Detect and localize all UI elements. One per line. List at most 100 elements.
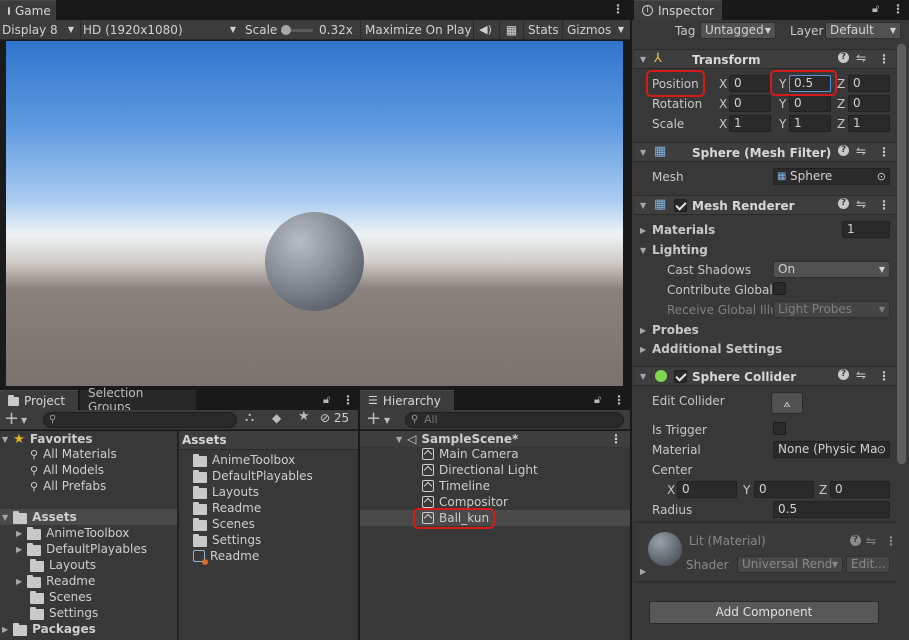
shader-edit-button[interactable]: Edit... bbox=[846, 556, 890, 573]
add-plus-icon[interactable]: + bbox=[366, 410, 381, 428]
help-icon[interactable]: ? bbox=[850, 535, 861, 546]
scale-z-field[interactable]: 1 bbox=[848, 115, 890, 132]
object-picker-icon[interactable]: ⊙ bbox=[877, 169, 886, 184]
favorite-all-materials[interactable]: ⚲ All Materials bbox=[30, 446, 117, 462]
cast-shadows-dropdown[interactable]: On ▼ bbox=[773, 261, 890, 278]
more-menu-icon[interactable]: ⋮ bbox=[878, 198, 890, 212]
probes-label[interactable]: Probes bbox=[652, 323, 699, 337]
rotation-y-field[interactable]: 0 bbox=[789, 95, 831, 112]
game-viewport[interactable] bbox=[6, 41, 623, 386]
help-icon[interactable]: ? bbox=[838, 198, 849, 209]
tree-assets[interactable]: ▼ Assets bbox=[0, 509, 177, 525]
asset-folder-settings[interactable]: Settings bbox=[193, 532, 261, 548]
favorite-all-models[interactable]: ⚲ All Models bbox=[30, 462, 104, 478]
more-menu-icon[interactable]: ⋮ bbox=[613, 393, 625, 407]
edit-collider-button[interactable]: ⟑ bbox=[771, 392, 803, 414]
hierarchy-item-directional-light[interactable]: Directional Light bbox=[422, 462, 538, 478]
tree-folder-scenes[interactable]: Scenes bbox=[30, 589, 92, 605]
mesh-object-field[interactable]: ▦ Sphere ⊙ bbox=[773, 168, 890, 185]
materials-label[interactable]: Materials bbox=[652, 223, 715, 237]
object-picker-icon[interactable]: ⊙ bbox=[876, 442, 886, 457]
tree-folder-defaultplayables[interactable]: ▶ DefaultPlayables bbox=[16, 541, 147, 557]
more-menu-icon[interactable]: ⋮ bbox=[610, 432, 622, 446]
asset-folder-scenes[interactable]: Scenes bbox=[193, 516, 255, 532]
chevron-down-icon[interactable]: ▼ bbox=[384, 414, 390, 428]
asset-folder-layouts[interactable]: Layouts bbox=[193, 484, 259, 500]
mesh-filter-header[interactable]: ▼ ▦ Sphere (Mesh Filter) ? ⇋ ⋮ bbox=[634, 142, 896, 162]
is-trigger-checkbox[interactable] bbox=[773, 422, 786, 435]
rotation-z-field[interactable]: 0 bbox=[848, 95, 890, 112]
more-menu-icon[interactable]: ⋮ bbox=[885, 534, 897, 548]
hidden-packages-toggle[interactable]: ⊘ 25 bbox=[320, 411, 349, 425]
tree-folder-readme[interactable]: ▶ Readme bbox=[16, 573, 95, 589]
scale-x-field[interactable]: 1 bbox=[729, 115, 771, 132]
more-menu-icon[interactable]: ⋮ bbox=[892, 2, 904, 16]
layer-dropdown[interactable]: Default ▼ bbox=[825, 22, 901, 39]
tree-folder-settings[interactable]: Settings bbox=[30, 605, 98, 621]
inspector-scrollbar[interactable] bbox=[897, 44, 906, 464]
favorite-all-prefabs[interactable]: ⚲ All Prefabs bbox=[30, 478, 106, 494]
help-icon[interactable]: ? bbox=[838, 145, 849, 156]
tab-inspector[interactable]: i Inspector bbox=[634, 0, 722, 20]
preset-sliders-icon[interactable]: ⇋ bbox=[856, 197, 866, 211]
help-icon[interactable]: ? bbox=[838, 369, 849, 380]
tree-folder-animetoolbox[interactable]: ▶ AnimeToolbox bbox=[16, 525, 129, 541]
preset-sliders-icon[interactable]: ⇋ bbox=[856, 144, 866, 158]
tab-selection-groups[interactable]: Selection Groups bbox=[80, 386, 196, 414]
more-menu-icon[interactable]: ⋮ bbox=[878, 52, 890, 66]
tree-folder-layouts[interactable]: Layouts bbox=[30, 557, 96, 573]
hierarchy-item-ball-kun[interactable]: Ball_kun bbox=[360, 510, 630, 526]
stats-button[interactable]: Stats bbox=[523, 20, 563, 40]
center-x-field[interactable]: 0 bbox=[677, 481, 737, 498]
tab-hierarchy[interactable]: ☰ Hierarchy bbox=[360, 390, 454, 410]
position-x-field[interactable]: 0 bbox=[729, 75, 771, 92]
favorite-star-icon[interactable]: ★ bbox=[298, 410, 310, 424]
slider-thumb[interactable] bbox=[281, 25, 291, 35]
contribute-gi-checkbox[interactable] bbox=[773, 282, 786, 295]
sphere-collider-enabled-checkbox[interactable] bbox=[674, 370, 687, 383]
scale-y-field[interactable]: 1 bbox=[789, 115, 831, 132]
radius-field[interactable]: 0.5 bbox=[773, 501, 890, 518]
mute-audio-icon[interactable]: ◀) bbox=[473, 20, 497, 40]
hierarchy-search-input[interactable]: ⚲ All bbox=[405, 412, 624, 428]
position-z-field[interactable]: 0 bbox=[848, 75, 890, 92]
sphere-collider-header[interactable]: ▼ Sphere Collider ? ⇋ ⋮ bbox=[634, 366, 896, 386]
lock-icon[interactable]: 🔓︎ bbox=[323, 393, 330, 407]
mesh-renderer-header[interactable]: ▼ ▦ Mesh Renderer ? ⇋ ⋮ bbox=[634, 195, 896, 215]
resolution-dropdown[interactable]: HD (1920x1080) ▼ bbox=[80, 22, 240, 38]
asset-folder-animetoolbox[interactable]: AnimeToolbox bbox=[193, 452, 295, 468]
tab-game[interactable]: Game bbox=[0, 0, 56, 20]
center-z-field[interactable]: 0 bbox=[830, 481, 890, 498]
more-menu-icon[interactable]: ⋮ bbox=[342, 393, 354, 407]
lock-icon[interactable]: 🔓︎ bbox=[594, 393, 601, 407]
materials-count-field[interactable]: 1 bbox=[842, 221, 890, 238]
gizmos-button[interactable]: Gizmos ▼ bbox=[562, 20, 630, 40]
scale-slider[interactable] bbox=[281, 25, 313, 35]
center-y-field[interactable]: 0 bbox=[754, 481, 814, 498]
asset-readme-file[interactable]: Readme bbox=[193, 548, 259, 565]
project-search-input[interactable]: ⚲ bbox=[43, 412, 237, 428]
add-component-button[interactable]: Add Component bbox=[649, 601, 879, 624]
rotation-x-field[interactable]: 0 bbox=[729, 95, 771, 112]
more-menu-icon[interactable]: ⋮ bbox=[878, 145, 890, 159]
tag-dropdown[interactable]: Untagged ▼ bbox=[700, 22, 776, 39]
add-plus-icon[interactable]: + bbox=[4, 410, 19, 428]
transform-header[interactable]: ▼ ⅄ Transform ? ⇋ ⋮ bbox=[634, 49, 896, 69]
shortcut-grid-icon[interactable]: ▦ bbox=[499, 20, 523, 40]
mesh-renderer-enabled-checkbox[interactable] bbox=[674, 199, 687, 212]
tree-packages[interactable]: ▶ Packages bbox=[2, 621, 96, 637]
shader-dropdown[interactable]: Universal Rend ▼ bbox=[737, 556, 843, 573]
hierarchy-item-main-camera[interactable]: Main Camera bbox=[422, 446, 519, 462]
asset-folder-defaultplayables[interactable]: DefaultPlayables bbox=[193, 468, 313, 484]
display-dropdown[interactable]: Display 8 ▼ bbox=[2, 22, 76, 38]
more-menu-icon[interactable]: ⋮ bbox=[878, 369, 890, 383]
hierarchy-item-timeline[interactable]: Timeline bbox=[422, 478, 490, 494]
hierarchy-scene-row[interactable]: ▼ ◁ SampleScene* ⋮ bbox=[360, 431, 630, 447]
lock-icon[interactable]: 🔓︎ bbox=[872, 2, 879, 16]
preset-sliders-icon[interactable]: ⇋ bbox=[856, 51, 866, 65]
filter-by-label-icon[interactable]: ◆ bbox=[272, 411, 281, 425]
more-menu-icon[interactable]: ⋮ bbox=[612, 2, 624, 16]
collider-material-field[interactable]: None (Physic Ma ⊙ bbox=[773, 441, 890, 458]
filter-by-type-icon[interactable]: ⛬ bbox=[245, 411, 254, 425]
preset-sliders-icon[interactable]: ⇋ bbox=[856, 368, 866, 382]
